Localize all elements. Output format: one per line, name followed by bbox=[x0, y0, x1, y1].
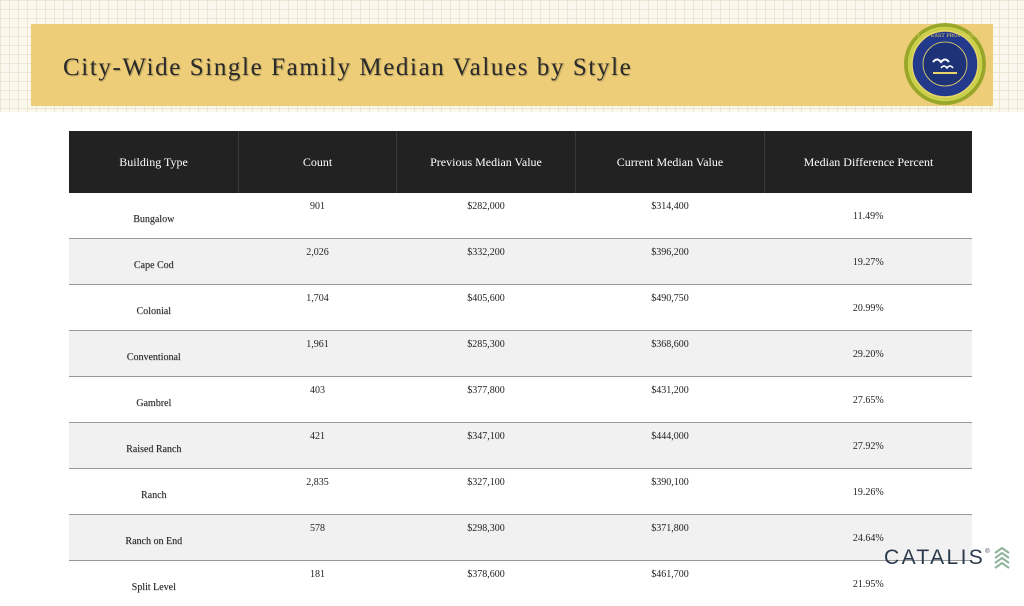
previous-median-cell: $405,600 bbox=[397, 285, 576, 331]
current-median-cell: $431,200 bbox=[576, 377, 765, 423]
previous-median-cell: $298,300 bbox=[397, 515, 576, 561]
catalis-logo: CATALIS ® bbox=[884, 546, 1010, 570]
previous-median-cell: $332,200 bbox=[397, 239, 576, 285]
current-median-cell: $390,100 bbox=[576, 469, 765, 515]
building-type-cell: Ranch on End bbox=[69, 515, 239, 561]
column-header-median-difference: Median Difference Percent bbox=[765, 131, 973, 193]
table-row: Cape Cod 2,026 $332,200 $396,200 19.27% bbox=[69, 239, 972, 285]
median-values-table: Building Type Count Previous Median Valu… bbox=[69, 131, 972, 606]
svg-text:CITY OF EAST PROVIDENCE: CITY OF EAST PROVIDENCE bbox=[907, 33, 982, 39]
table-row: Raised Ranch 421 $347,100 $444,000 27.92… bbox=[69, 423, 972, 469]
table-row: Ranch 2,835 $327,100 $390,100 19.26% bbox=[69, 469, 972, 515]
count-cell: 901 bbox=[239, 193, 397, 239]
previous-median-cell: $282,000 bbox=[397, 193, 576, 239]
column-header-previous-median: Previous Median Value bbox=[397, 131, 576, 193]
median-difference-cell: 19.27% bbox=[765, 239, 973, 285]
previous-median-cell: $377,800 bbox=[397, 377, 576, 423]
building-type-cell: Conventional bbox=[69, 331, 239, 377]
current-median-cell: $490,750 bbox=[576, 285, 765, 331]
building-type-cell: Split Level bbox=[69, 561, 239, 606]
median-difference-cell: 11.49% bbox=[765, 193, 973, 239]
previous-median-cell: $378,600 bbox=[397, 561, 576, 606]
table-row: Ranch on End 578 $298,300 $371,800 24.64… bbox=[69, 515, 972, 561]
median-difference-cell: 19.26% bbox=[765, 469, 973, 515]
count-cell: 403 bbox=[239, 377, 397, 423]
building-type-cell: Ranch bbox=[69, 469, 239, 515]
table-row: Split Level 181 $378,600 $461,700 21.95% bbox=[69, 561, 972, 606]
current-median-cell: $371,800 bbox=[576, 515, 765, 561]
current-median-cell: $461,700 bbox=[576, 561, 765, 606]
median-difference-cell: 20.99% bbox=[765, 285, 973, 331]
building-type-cell: Colonial bbox=[69, 285, 239, 331]
count-cell: 421 bbox=[239, 423, 397, 469]
building-type-cell: Cape Cod bbox=[69, 239, 239, 285]
column-header-count: Count bbox=[239, 131, 397, 193]
building-type-cell: Gambrel bbox=[69, 377, 239, 423]
current-median-cell: $314,400 bbox=[576, 193, 765, 239]
building-type-cell: Raised Ranch bbox=[69, 423, 239, 469]
current-median-cell: $368,600 bbox=[576, 331, 765, 377]
median-difference-cell: 27.65% bbox=[765, 377, 973, 423]
column-header-current-median: Current Median Value bbox=[576, 131, 765, 193]
city-seal-icon: CITY OF EAST PROVIDENCE bbox=[903, 22, 987, 106]
stacked-chevrons-icon bbox=[994, 547, 1010, 569]
median-difference-cell: 27.92% bbox=[765, 423, 973, 469]
table-row: Gambrel 403 $377,800 $431,200 27.65% bbox=[69, 377, 972, 423]
title-banner: City-Wide Single Family Median Values by… bbox=[31, 24, 993, 106]
previous-median-cell: $327,100 bbox=[397, 469, 576, 515]
logo-text: CATALIS bbox=[884, 546, 985, 570]
count-cell: 181 bbox=[239, 561, 397, 606]
count-cell: 1,704 bbox=[239, 285, 397, 331]
count-cell: 1,961 bbox=[239, 331, 397, 377]
count-cell: 578 bbox=[239, 515, 397, 561]
table-row: Conventional 1,961 $285,300 $368,600 29.… bbox=[69, 331, 972, 377]
current-median-cell: $396,200 bbox=[576, 239, 765, 285]
current-median-cell: $444,000 bbox=[576, 423, 765, 469]
count-cell: 2,026 bbox=[239, 239, 397, 285]
table-row: Bungalow 901 $282,000 $314,400 11.49% bbox=[69, 193, 972, 239]
column-header-building-type: Building Type bbox=[69, 131, 239, 193]
previous-median-cell: $285,300 bbox=[397, 331, 576, 377]
table-row: Colonial 1,704 $405,600 $490,750 20.99% bbox=[69, 285, 972, 331]
previous-median-cell: $347,100 bbox=[397, 423, 576, 469]
logo-trademark: ® bbox=[985, 549, 989, 555]
count-cell: 2,835 bbox=[239, 469, 397, 515]
median-difference-cell: 29.20% bbox=[765, 331, 973, 377]
table-header-row: Building Type Count Previous Median Valu… bbox=[69, 131, 972, 193]
page-title: City-Wide Single Family Median Values by… bbox=[63, 54, 632, 82]
building-type-cell: Bungalow bbox=[69, 193, 239, 239]
